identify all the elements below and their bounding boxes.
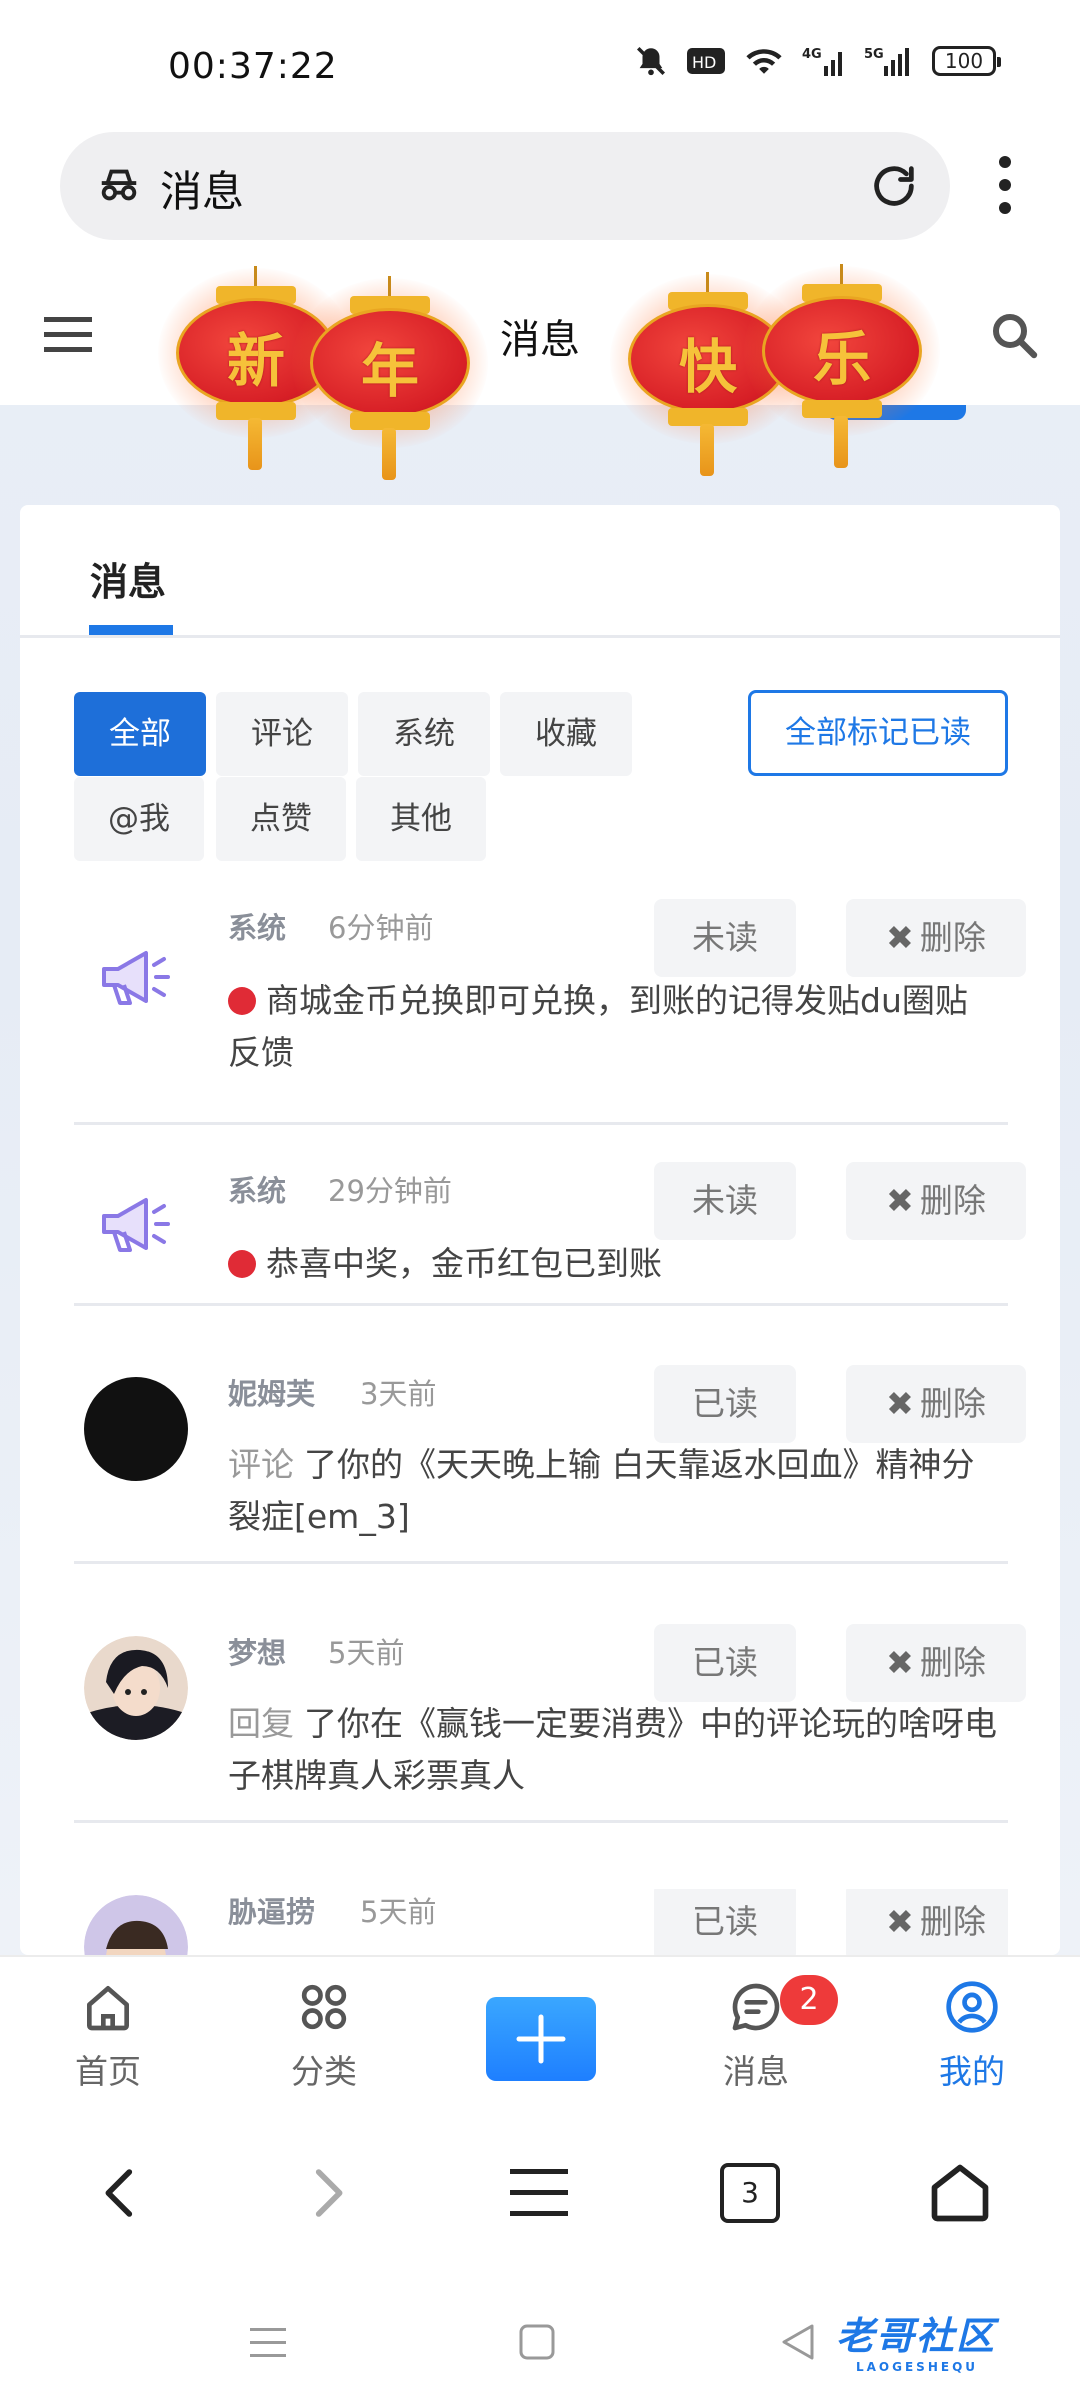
- url-text: 消息: [160, 167, 245, 216]
- message-time: 3天前: [360, 1377, 437, 1411]
- message-sender: 系统: [228, 1174, 287, 1208]
- delete-button[interactable]: ✖ 删除: [846, 1624, 1026, 1702]
- message-sender[interactable]: 梦想: [228, 1630, 286, 1672]
- grid-icon: [301, 1984, 347, 2030]
- address-bar[interactable]: 消息: [60, 132, 950, 240]
- tab-switcher-button[interactable]: 3: [720, 2163, 780, 2223]
- nav-home[interactable]: 首页: [38, 1979, 178, 2093]
- create-post-button[interactable]: [486, 1997, 596, 2081]
- search-icon[interactable]: [990, 311, 1038, 359]
- message-time: 5天前: [328, 1636, 405, 1670]
- message-type-label: 回复: [228, 1704, 294, 1743]
- tab-messages[interactable]: 消息: [90, 551, 166, 606]
- mark-all-read-button[interactable]: 全部标记已读: [748, 690, 1008, 776]
- delete-button[interactable]: ✖ 删除: [846, 899, 1026, 977]
- message-type-label: 评论: [228, 1445, 294, 1484]
- home-icon[interactable]: [926, 2159, 994, 2227]
- svg-text:5G: 5G: [864, 47, 884, 62]
- forward-icon[interactable]: [300, 2161, 356, 2225]
- delete-button[interactable]: ✖ 删除: [846, 1889, 1008, 1955]
- message-item[interactable]: 系统 6分钟前 未读 ✖ 删除 商城金币兑换即可兑换，到账的记得发贴du圈贴反馈: [74, 899, 1026, 1125]
- read-status-button[interactable]: 未读: [654, 899, 796, 977]
- message-item[interactable]: 妮姆芙 3天前 已读 ✖ 删除 评论 了你的《天天晚上输 白天靠返水回血》精神分裂症…: [74, 1365, 1026, 1564]
- message-content: 评论 了你的《天天晚上输 白天靠返水回血》精神分裂症[em_3]: [228, 1445, 975, 1536]
- status-time: 00:37:22: [168, 46, 338, 87]
- message-item[interactable]: 胁逼捞 5天前 已读 ✖ 删除: [74, 1889, 1008, 1955]
- bottom-nav: 首页 分类 消息 2 我的: [0, 1955, 1080, 2105]
- nav-profile[interactable]: 我的: [902, 1979, 1042, 2093]
- close-icon: ✖: [886, 1643, 914, 1682]
- lantern-char: 乐: [812, 325, 871, 393]
- message-item[interactable]: 梦想 5天前 已读 ✖ 删除 回复 了你在《赢钱一定要消费》中的评论玩的啥呀电子棋牌…: [74, 1624, 1026, 1823]
- lantern-2: 年: [292, 276, 488, 480]
- filter-comments[interactable]: 评论: [216, 692, 348, 776]
- unread-dot: [228, 987, 256, 1015]
- recents-icon[interactable]: [248, 2325, 288, 2361]
- message-sender: 系统: [228, 911, 287, 945]
- status-icons: HD 4G 5G 100: [634, 44, 1001, 78]
- browser-toolbar: 3: [0, 2105, 1080, 2285]
- filter-mentions[interactable]: @我: [74, 777, 204, 861]
- tab-underline: [89, 625, 173, 635]
- filter-system[interactable]: 系统: [358, 692, 490, 776]
- message-sender[interactable]: 妮姆芙: [228, 1371, 315, 1413]
- message-item[interactable]: 系统 29分钟前 未读 ✖ 删除 恭喜中奖，金币红包已到账: [74, 1162, 1026, 1306]
- filter-likes[interactable]: 点赞: [216, 777, 346, 861]
- system-nav-bar: 老哥社区 LAOGESHEQU: [0, 2285, 1080, 2400]
- message-sender[interactable]: 胁逼捞: [228, 1889, 315, 1931]
- hd-icon: HD: [687, 48, 725, 74]
- read-status-button[interactable]: 已读: [654, 1624, 796, 1702]
- message-time: 6分钟前: [328, 911, 434, 945]
- lantern-char: 年: [360, 337, 419, 405]
- read-status-button[interactable]: 未读: [654, 1162, 796, 1240]
- chat-icon: [732, 1983, 780, 2031]
- battery-indicator: 100: [932, 46, 1001, 76]
- filter-all[interactable]: 全部: [74, 692, 206, 776]
- svg-text:HD: HD: [692, 53, 716, 72]
- close-icon: ✖: [886, 1902, 914, 1941]
- close-icon: ✖: [886, 1181, 914, 1220]
- back-button-icon[interactable]: [780, 2323, 816, 2361]
- home-button-icon[interactable]: [518, 2323, 556, 2361]
- wifi-icon: [746, 49, 782, 74]
- close-icon: ✖: [886, 1384, 914, 1423]
- lantern-4: 乐: [744, 264, 940, 468]
- 4g-signal-icon: 4G: [802, 47, 842, 76]
- unread-count-badge: 2: [780, 1975, 838, 2025]
- tab-bar: 消息: [20, 505, 1060, 638]
- filter-favorites[interactable]: 收藏: [500, 692, 632, 776]
- profile-icon: [946, 1981, 998, 2033]
- close-icon: ✖: [886, 918, 914, 957]
- megaphone-icon: [102, 1198, 170, 1252]
- delete-button[interactable]: ✖ 删除: [846, 1365, 1026, 1443]
- user-avatar[interactable]: [84, 1895, 188, 1955]
- menu-icon[interactable]: [508, 2165, 572, 2221]
- 5g-signal-icon: 5G: [864, 47, 909, 76]
- message-content: 回复 了你在《赢钱一定要消费》中的评论玩的啥呀电子棋牌真人彩票真人: [228, 1704, 997, 1795]
- nav-categories[interactable]: 分类: [254, 1979, 394, 2093]
- read-status-button[interactable]: 已读: [654, 1889, 796, 1955]
- mute-bell-icon: [636, 46, 666, 76]
- message-time: 5天前: [360, 1895, 437, 1929]
- back-icon[interactable]: [92, 2161, 148, 2225]
- read-status-button[interactable]: 已读: [654, 1365, 796, 1443]
- home-icon: [87, 1986, 129, 2031]
- filter-other[interactable]: 其他: [356, 777, 486, 861]
- user-avatar[interactable]: [84, 1377, 188, 1481]
- incognito-icon: [101, 169, 137, 201]
- message-time: 29分钟前: [328, 1174, 452, 1208]
- messages-card: 消息 全部 评论 系统 收藏 @我 点赞 其他 全部标记已读 系统 6分钟前 未…: [20, 505, 1060, 1955]
- delete-button[interactable]: ✖ 删除: [846, 1162, 1026, 1240]
- more-menu-icon[interactable]: [990, 150, 1020, 222]
- svg-text:4G: 4G: [802, 47, 822, 62]
- status-bar: 00:37:22 HD 4G 5G 100: [0, 0, 1080, 130]
- plus-icon: [516, 2014, 566, 2064]
- watermark-logo: 老哥社区 LAOGESHEQU: [836, 2314, 997, 2374]
- message-content: 商城金币兑换即可兑换，到账的记得发贴du圈贴反馈: [228, 981, 968, 1072]
- unread-dot: [228, 1250, 256, 1278]
- reload-icon[interactable]: [868, 160, 920, 212]
- message-content: 恭喜中奖，金币红包已到账: [228, 1238, 998, 1290]
- user-avatar[interactable]: [84, 1636, 188, 1740]
- megaphone-icon: [102, 951, 170, 1005]
